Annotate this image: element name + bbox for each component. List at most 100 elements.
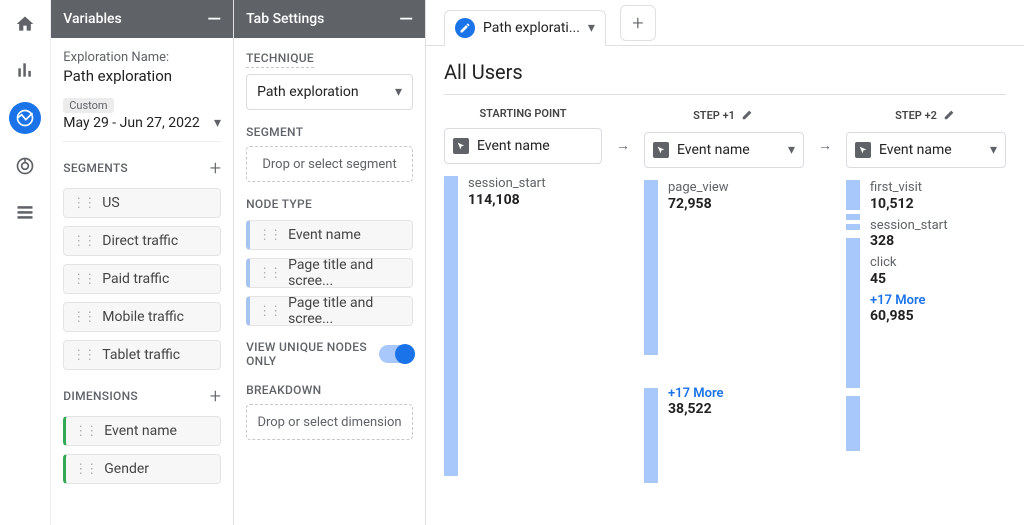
chip-label: Tablet traffic [102,347,180,363]
path-bar[interactable] [846,238,860,388]
segment-chip[interactable]: ⋮⋮ Direct traffic [63,226,221,256]
grip-icon: ⋮⋮ [258,228,280,243]
path-bar[interactable] [846,214,860,220]
node-type-label: NODE TYPE [246,197,312,211]
dimension-chip[interactable]: ⋮⋮ Event name [63,416,221,446]
tab-settings-header: Tab Settings — [234,0,425,38]
path-bar[interactable] [846,396,860,451]
tab-settings-panel: Tab Settings — TECHNIQUE Path exploratio… [234,0,426,525]
step1-node-select[interactable]: Event name ▾ [644,132,804,168]
unique-nodes-toggle[interactable] [379,345,413,363]
more-link[interactable]: +17 More [668,386,729,401]
chevron-down-icon[interactable]: ▾ [214,115,221,131]
chip-label: Page title and scree... [288,295,404,327]
tab-settings-title: Tab Settings [246,11,324,27]
technique-label: TECHNIQUE [246,51,314,68]
dimensions-title: DIMENSIONS [63,389,138,403]
segment-chip[interactable]: ⋮⋮ US [63,188,221,218]
grip-icon: ⋮⋮ [258,304,280,319]
breakdown-dropzone[interactable]: Drop or select dimension [246,404,413,440]
node-value: 45 [870,271,948,287]
segment-dropzone[interactable]: Drop or select segment [246,146,413,182]
path-col-step2: STEP +2 Event name ▾ [846,107,1006,500]
date-range[interactable]: May 29 - Jun 27, 2022 [63,115,199,131]
arrow-icon: → [818,127,832,163]
step2-node-label: Event name [879,142,982,158]
step2-node-select[interactable]: Event name ▾ [846,132,1006,168]
path-col-start: STARTING POINT Event name session_start … [444,107,602,496]
node-name: session_start [468,176,546,192]
node-value: 10,512 [870,196,948,212]
segment-chip[interactable]: ⋮⋮Mobile traffic [63,302,221,332]
nodetype-chip[interactable]: ⋮⋮ Event name [246,220,413,250]
variables-panel: Variables — Exploration Name: Path explo… [51,0,234,525]
chevron-down-icon: ▾ [990,142,997,158]
grip-icon: ⋮⋮ [72,234,94,249]
grip-icon: ⋮⋮ [258,266,280,281]
path-bar[interactable] [644,180,658,355]
exploration-name-label: Exploration Name: [63,50,221,65]
exploration-name-value[interactable]: Path exploration [63,67,221,85]
add-segment-icon[interactable]: + [210,156,221,180]
reports-icon[interactable] [11,56,39,84]
col-header-start: STARTING POINT [444,107,602,120]
more-value: 38,522 [668,401,729,417]
add-dimension-icon[interactable]: + [210,384,221,408]
advertising-icon[interactable] [11,152,39,180]
edit-icon [455,18,475,38]
cursor-icon [855,142,871,158]
technique-select[interactable]: Path exploration ▾ [246,74,413,110]
explore-icon[interactable] [9,102,41,134]
cursor-icon [453,138,469,154]
main-canvas: Path explorati... ▾ + All Users STARTING… [426,0,1024,525]
collapse-icon[interactable]: — [207,9,221,30]
col-header-step1: STEP +1 [693,109,735,122]
path-bar[interactable] [444,176,458,476]
date-mode-pill: Custom [63,98,113,113]
nodetype-chip[interactable]: ⋮⋮ Page title and scree... [246,296,413,326]
node-name: click [870,255,948,271]
home-icon[interactable] [11,10,39,38]
chevron-down-icon: ▾ [788,142,795,158]
path-bar[interactable] [846,180,860,210]
arrow-icon: → [616,127,630,163]
segment-chip[interactable]: ⋮⋮Paid traffic [63,264,221,294]
path-bar[interactable] [846,224,860,230]
edit-icon[interactable] [943,107,957,124]
segment-chip[interactable]: ⋮⋮ Tablet traffic [63,340,221,370]
grip-icon: ⋮⋮ [72,348,94,363]
more-value: 60,985 [870,308,948,324]
grip-icon: ⋮⋮ [74,424,96,439]
grip-icon: ⋮⋮ [72,196,94,211]
cursor-icon [653,142,669,158]
chip-label: Direct traffic [102,233,178,249]
chip-label: US [102,195,119,211]
node-value: 328 [870,233,948,249]
node-value: 114,108 [468,192,546,208]
chip-label: Event name [104,423,177,439]
start-node-select[interactable]: Event name [444,128,602,164]
more-link[interactable]: +17 More [870,293,948,308]
node-name: session_start [870,218,948,234]
path-col-step1: STEP +1 Event name ▾ pa [644,107,804,500]
collapse-icon[interactable]: — [399,9,413,30]
chip-label: Event name [288,227,361,243]
configure-icon[interactable] [11,198,39,226]
grip-icon: ⋮⋮ [72,272,94,287]
left-nav-rail [0,0,51,525]
edit-icon[interactable] [741,107,755,124]
dimension-chip[interactable]: ⋮⋮Gender [63,454,221,484]
nodetype-chip[interactable]: ⋮⋮ Page title and scree... [246,258,413,288]
node-name: page_view [668,180,729,196]
chevron-down-icon[interactable]: ▾ [588,20,595,36]
start-node-label: Event name [477,138,593,154]
col-header-step2: STEP +2 [895,109,937,122]
tab-title: Path explorati... [483,20,580,36]
node-value: 72,958 [668,196,729,212]
chip-label: Page title and scree... [288,257,404,289]
breakdown-label: BREAKDOWN [246,383,321,397]
chip-label: Gender [104,461,149,477]
path-bar[interactable] [644,388,658,483]
canvas-tab[interactable]: Path explorati... ▾ [444,10,606,46]
add-tab-button[interactable]: + [620,5,656,41]
